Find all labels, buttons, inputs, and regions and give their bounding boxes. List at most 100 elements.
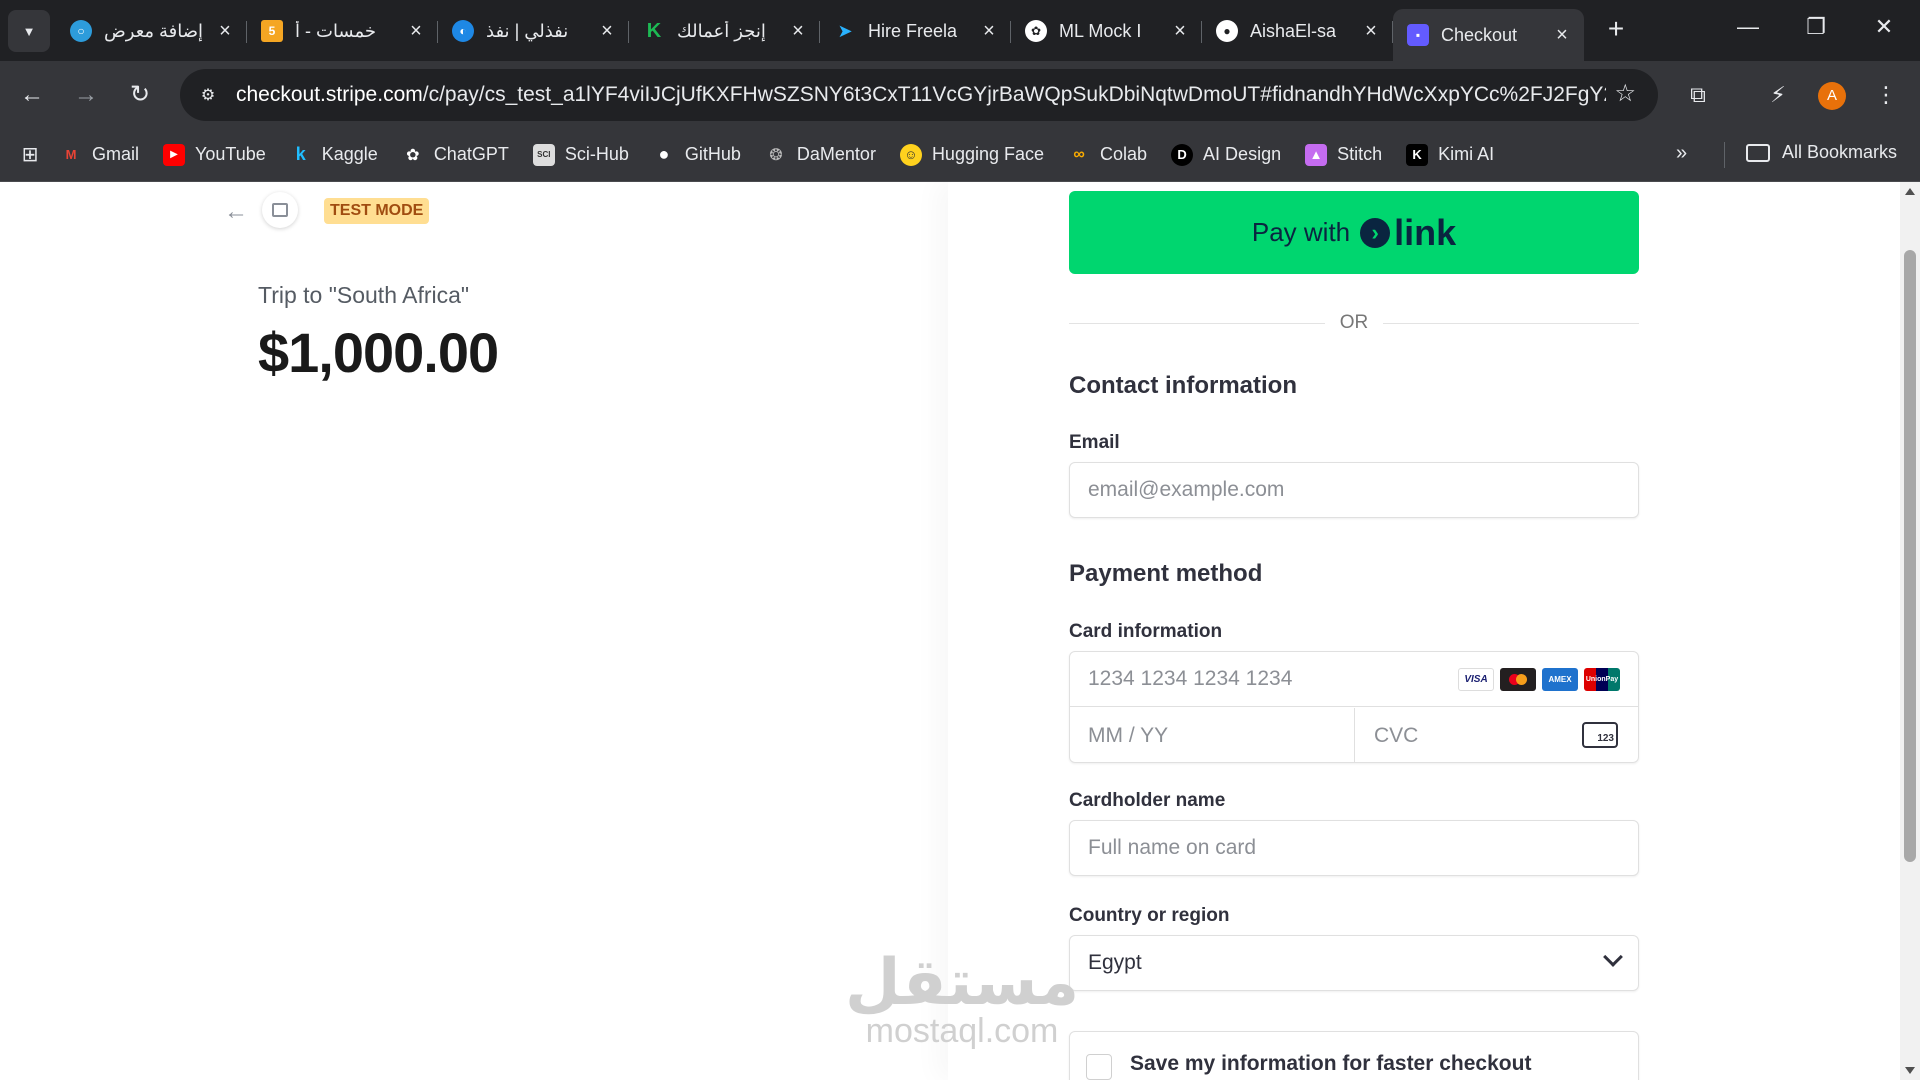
tab-title: Hire Freela [868, 20, 958, 41]
all-bookmarks-label: All Bookmarks [1782, 142, 1898, 162]
close-icon[interactable]: × [1552, 24, 1572, 47]
close-icon[interactable]: × [1361, 20, 1381, 43]
stripe-checkout-icon: ▪ [1407, 24, 1429, 46]
tab-search-button[interactable]: ▼ [8, 10, 50, 52]
close-icon[interactable]: × [1170, 20, 1190, 43]
all-bookmarks-button[interactable]: All Bookmarks [1746, 142, 1897, 163]
pay-with-label: Pay with [1251, 217, 1351, 247]
tab-title: خمسات - أ [295, 20, 377, 41]
country-select[interactable]: Egypt [1069, 935, 1639, 991]
scihub-icon: SCI [532, 143, 555, 166]
address-bar[interactable]: ⚙ checkout.stripe.com/c/pay/cs_test_a1lY… [180, 69, 1658, 121]
email-field[interactable]: email@example.com [1069, 462, 1639, 518]
url-text[interactable]: checkout.stripe.com/c/pay/cs_test_a1lYF4… [236, 83, 1606, 107]
tab-item[interactable]: 5 خمسات - أ × [247, 9, 438, 53]
bookmark-chatgpt[interactable]: ✿ ChatGPT [402, 144, 509, 166]
email-label: Email [1069, 432, 1120, 453]
site-info-icon[interactable]: ⚙ [192, 79, 224, 111]
colab-icon: ∞ [1073, 145, 1085, 163]
tab-item[interactable]: ○ إضافة معرض × [56, 9, 247, 53]
menu-icon[interactable]: ⋮ [1868, 77, 1904, 113]
save-info-box: Save my information for faster checkout [1069, 1031, 1639, 1080]
chevron-down-icon [1603, 947, 1623, 967]
cardholder-label: Cardholder name [1069, 790, 1226, 811]
scroll-up-icon[interactable] [1905, 188, 1915, 195]
cvc-field[interactable]: CVC 123 [1356, 708, 1638, 763]
bookmark-star-icon[interactable]: ☆ [1614, 79, 1636, 108]
bookmark-colab[interactable]: ∞ Colab [1068, 144, 1147, 166]
tab-item[interactable]: ✿ ML Mock I × [1011, 9, 1202, 53]
close-icon[interactable]: × [406, 20, 426, 43]
tab-item[interactable]: ● AishaEl-sa × [1202, 9, 1393, 53]
kaggle-icon: k [295, 144, 306, 164]
card-information: 1234 1234 1234 1234 VISA AMEX UnionPay M… [1069, 651, 1639, 763]
tab-title: نفذلي | نفذ [486, 20, 569, 41]
more-bookmarks-icon[interactable]: » [1676, 142, 1687, 165]
youtube-icon: ▶ [163, 143, 186, 166]
tab-title: Checkout [1441, 24, 1518, 45]
tab-item[interactable]: ➤ Hire Freela × [820, 9, 1011, 53]
scroll-down-icon[interactable] [1905, 1067, 1915, 1074]
extensions-icon[interactable]: ⧉ [1680, 77, 1716, 113]
url-host: checkout.stripe.com [236, 83, 423, 106]
tab-item[interactable]: K إنجز أعمالك × [629, 9, 820, 53]
bookmark-kaggle[interactable]: k Kaggle [290, 144, 378, 166]
bookmark-label: GitHub [684, 144, 741, 164]
close-icon[interactable]: × [597, 20, 617, 43]
pay-with-link-button[interactable]: Pay with › link [1069, 191, 1639, 274]
github-icon: ● [1216, 20, 1238, 42]
divider-line [1069, 323, 1325, 324]
minimize-button[interactable]: — [1728, 14, 1768, 40]
expiry-field[interactable]: MM / YY [1070, 708, 1355, 763]
bookmark-ai-design[interactable]: D AI Design [1171, 143, 1281, 166]
bookmark-gmail[interactable]: M Gmail [60, 144, 139, 166]
huggingface-icon: ☺ [899, 143, 922, 166]
bookmark-huggingface[interactable]: ☺ Hugging Face [899, 143, 1045, 166]
cardholder-name-field[interactable]: Full name on card [1069, 820, 1639, 876]
kafiil-icon: K [646, 19, 662, 42]
back-icon[interactable]: ← [14, 77, 50, 113]
bookmark-github[interactable]: ● GitHub [653, 144, 741, 166]
tab-checkout[interactable]: ▪ Checkout × [1393, 9, 1584, 61]
kimi-icon: K [1406, 143, 1429, 166]
close-icon[interactable]: × [215, 20, 235, 43]
link-logo: › link [1360, 212, 1456, 254]
bookmark-label: Kimi AI [1438, 144, 1495, 164]
divider-line [1383, 323, 1639, 324]
close-icon[interactable]: × [979, 20, 999, 43]
page-scrollbar[interactable] [1900, 182, 1920, 1080]
close-window-button[interactable]: ✕ [1864, 14, 1904, 40]
back-arrow-icon[interactable]: ← [224, 198, 248, 226]
bookmarks-divider [1724, 142, 1725, 168]
bookmark-scihub[interactable]: SCI Sci-Hub [532, 143, 629, 166]
bookmark-label: ChatGPT [433, 144, 509, 164]
scrollbar-thumb[interactable] [1904, 250, 1916, 862]
tab-item[interactable]: ◐ نفذلي | نفذ × [438, 9, 629, 53]
new-tab-button[interactable]: + [1598, 12, 1634, 48]
card-number-field[interactable]: 1234 1234 1234 1234 VISA AMEX UnionPay [1070, 652, 1638, 707]
price: $1,000.00 [258, 321, 499, 384]
bookmark-youtube[interactable]: ▶ YouTube [163, 143, 266, 166]
reload-icon[interactable]: ↻ [122, 77, 158, 113]
stitch-icon: ▲ [1305, 143, 1328, 166]
apps-grid-icon[interactable]: ⊞ [0, 142, 60, 167]
avatar[interactable]: A [1818, 82, 1846, 110]
save-info-checkbox[interactable] [1086, 1054, 1112, 1080]
contact-title: Contact information [1069, 372, 1297, 399]
khamsat-icon: 5 [261, 20, 283, 42]
forward-icon[interactable]: → [68, 77, 104, 113]
close-icon[interactable]: × [788, 20, 808, 43]
amex-icon: AMEX [1542, 668, 1578, 691]
cvc-placeholder: CVC [1374, 723, 1419, 747]
gmail-icon: M [65, 147, 77, 162]
bookmark-stitch[interactable]: ▲ Stitch [1305, 143, 1382, 166]
bookmark-label: Hugging Face [931, 144, 1045, 164]
folder-icon [1746, 143, 1770, 162]
product-name: Trip to "South Africa" [258, 282, 470, 308]
restore-button[interactable]: ❐ [1796, 14, 1836, 40]
tab-title: إنجز أعمالك [677, 20, 766, 41]
performance-icon[interactable]: ⚡ [1760, 77, 1796, 113]
bookmark-damentor[interactable]: ❂ DaMentor [765, 144, 876, 166]
bookmark-kimi[interactable]: K Kimi AI [1406, 143, 1495, 166]
chatgpt-icon: ✿ [1025, 20, 1047, 42]
